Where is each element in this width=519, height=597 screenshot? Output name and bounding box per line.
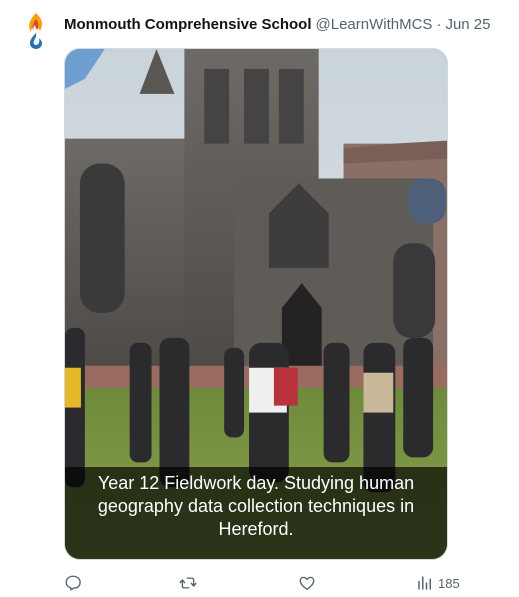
- views-button[interactable]: 185: [416, 572, 460, 594]
- separator-dot: ·: [436, 16, 442, 33]
- tweet-photo[interactable]: Year 12 Fieldwork day. Studying human ge…: [64, 48, 448, 560]
- analytics-bar-icon: [418, 576, 431, 590]
- tweet[interactable]: Monmouth Comprehensive School @LearnWith…: [0, 0, 519, 597]
- photo-caption: Year 12 Fieldwork day. Studying human ge…: [97, 473, 415, 539]
- avatar[interactable]: [22, 11, 50, 51]
- tweet-header: Monmouth Comprehensive School @LearnWith…: [64, 14, 491, 36]
- retweet-button[interactable]: [179, 572, 197, 594]
- tweet-date[interactable]: Jun 25: [445, 15, 490, 35]
- display-name[interactable]: Monmouth Comprehensive School: [64, 15, 312, 35]
- heart-icon: [299, 576, 315, 591]
- reply-button[interactable]: [64, 572, 82, 594]
- tweet-actions: 185: [64, 572, 464, 594]
- reply-icon: [65, 575, 81, 591]
- retweet-icon: [179, 577, 197, 589]
- school-flame-logo-icon: [29, 13, 43, 49]
- user-handle[interactable]: @LearnWithMCS: [316, 15, 433, 35]
- like-button[interactable]: [298, 572, 316, 594]
- views-count: 185: [438, 575, 460, 591]
